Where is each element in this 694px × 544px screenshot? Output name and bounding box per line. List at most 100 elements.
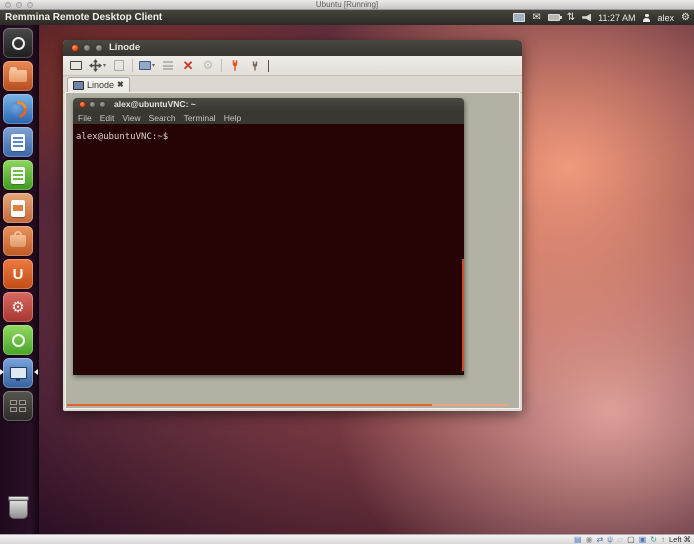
remmina-titlebar[interactable]: Linode bbox=[63, 40, 522, 56]
window-icon bbox=[114, 60, 124, 71]
trash-icon[interactable] bbox=[3, 493, 33, 523]
toolbar-separator bbox=[132, 59, 133, 72]
close-button[interactable] bbox=[71, 44, 79, 52]
unplug-button[interactable] bbox=[248, 58, 262, 74]
window-buttons bbox=[71, 44, 103, 52]
bars-icon bbox=[163, 61, 173, 70]
libreoffice-writer-icon[interactable] bbox=[3, 127, 33, 157]
ubuntu-one-letter: U bbox=[13, 266, 24, 283]
terminal-maximize-button[interactable] bbox=[99, 101, 106, 108]
monitor-icon bbox=[70, 61, 82, 70]
four-arrows-icon bbox=[89, 59, 102, 72]
menu-view[interactable]: View bbox=[122, 113, 140, 123]
terminal-window-buttons bbox=[79, 101, 106, 108]
recording-icon[interactable]: ▣ bbox=[639, 535, 647, 544]
spreadsheet-icon bbox=[11, 167, 25, 184]
battery-icon[interactable] bbox=[548, 14, 560, 21]
screenshot-button[interactable]: ▾ bbox=[139, 58, 155, 74]
statusbar-icons: ▤ ◉ ⇄ ψ ▱ ▢ ▣ ↻ ↑ Left ⌘ bbox=[574, 535, 691, 544]
running-indicator-arrow bbox=[0, 369, 4, 375]
shared-folders-icon[interactable]: ▱ bbox=[617, 535, 623, 544]
host-key-label: Left bbox=[669, 535, 682, 544]
menu-search[interactable]: Search bbox=[149, 113, 176, 123]
software-center-icon[interactable] bbox=[3, 226, 33, 256]
gears-icon: ⚙ bbox=[203, 59, 214, 72]
scaled-mode-button-disabled bbox=[112, 58, 126, 74]
trash-can-icon bbox=[9, 498, 28, 519]
firefox-icon[interactable] bbox=[3, 94, 33, 124]
remote-terminal-window[interactable]: alex@ubuntuVNC: ~ File Edit View Search … bbox=[73, 98, 464, 375]
menu-terminal[interactable]: Terminal bbox=[184, 113, 216, 123]
tab-close-icon[interactable]: ✖ bbox=[117, 81, 124, 89]
display-icon[interactable]: ▢ bbox=[627, 535, 635, 544]
usb-icon[interactable]: ψ bbox=[607, 535, 613, 544]
disconnect-button[interactable] bbox=[228, 58, 242, 74]
plug-icon bbox=[229, 59, 241, 72]
presentation-icon bbox=[11, 200, 25, 217]
remote-displays-icon[interactable] bbox=[513, 13, 525, 22]
remote-desktop-edge-line bbox=[67, 404, 432, 406]
ubuntu-logo-icon bbox=[12, 37, 25, 50]
session-gear-icon[interactable]: ⚙ bbox=[681, 10, 690, 25]
gear-icon: ⚙ bbox=[11, 298, 24, 316]
active-app-title[interactable]: Remmina Remote Desktop Client bbox=[5, 10, 162, 25]
remote-desktop-edge-line-faint bbox=[432, 404, 508, 406]
system-settings-icon[interactable]: ⚙ bbox=[3, 292, 33, 322]
network-traffic-icon[interactable]: ⇅ bbox=[567, 10, 575, 25]
hdd-icon[interactable]: ▤ bbox=[574, 535, 582, 544]
remote-desktop-icon bbox=[73, 81, 84, 90]
terminal-titlebar[interactable]: alex@ubuntuVNC: ~ bbox=[73, 98, 464, 111]
unplug-icon bbox=[249, 60, 261, 72]
tools-button[interactable]: ✕ bbox=[181, 58, 195, 74]
folder-icon bbox=[9, 70, 27, 82]
remmina-window: Linode ▾ ▾ ✕ ⚙ bbox=[63, 40, 522, 411]
tab-linode[interactable]: Linode ✖ bbox=[67, 77, 130, 92]
terminal-menubar: File Edit View Search Terminal Help bbox=[73, 111, 464, 124]
menu-help[interactable]: Help bbox=[224, 113, 241, 123]
remmina-launcher-icon[interactable] bbox=[3, 358, 33, 388]
home-folder-icon[interactable] bbox=[3, 61, 33, 91]
virtualbox-screen: Ubuntu [Running] Remmina Remote Desktop … bbox=[0, 0, 694, 544]
volume-icon[interactable] bbox=[582, 14, 591, 22]
menu-edit[interactable]: Edit bbox=[100, 113, 115, 123]
maximize-button[interactable] bbox=[95, 44, 103, 52]
mail-icon[interactable]: ✉ bbox=[532, 10, 540, 25]
ubuntu-logo-icon bbox=[12, 334, 25, 347]
tab-label: Linode bbox=[87, 80, 114, 90]
optical-disc-icon[interactable]: ◉ bbox=[586, 535, 593, 544]
menu-file[interactable]: File bbox=[78, 113, 92, 123]
host-window-title: Ubuntu [Running] bbox=[0, 0, 694, 10]
chevron-down-icon[interactable]: ▾ bbox=[103, 62, 106, 69]
terminal-minimize-button[interactable] bbox=[89, 101, 96, 108]
ubuntu-software-green-icon[interactable] bbox=[3, 325, 33, 355]
vnc-remote-desktop[interactable]: alex@ubuntuVNC: ~ File Edit View Search … bbox=[66, 93, 519, 408]
dash-home-icon[interactable] bbox=[3, 28, 33, 58]
workspace-grid-icon bbox=[10, 400, 26, 412]
host-key-indicator: Left ⌘ bbox=[669, 535, 691, 544]
mouse-integration-icon[interactable]: ↑ bbox=[661, 535, 665, 544]
firefox-globe-icon bbox=[10, 101, 27, 118]
workspace-switcher-icon[interactable] bbox=[3, 391, 33, 421]
remmina-tabbar: Linode ✖ bbox=[63, 76, 522, 93]
toolbar-separator bbox=[221, 59, 222, 72]
user-menu-label[interactable]: alex bbox=[658, 13, 675, 23]
clock[interactable]: 11:27 AM bbox=[598, 13, 635, 23]
ubuntu-one-icon[interactable]: U bbox=[3, 259, 33, 289]
features-icon[interactable]: ↻ bbox=[650, 535, 657, 544]
focused-indicator-arrow bbox=[34, 369, 38, 375]
libreoffice-calc-icon[interactable] bbox=[3, 160, 33, 190]
resize-to-remote-button[interactable]: ▾ bbox=[89, 58, 106, 74]
terminal-title: alex@ubuntuVNC: ~ bbox=[114, 98, 196, 111]
monitor-icon bbox=[10, 367, 27, 379]
network-icon[interactable]: ⇄ bbox=[597, 535, 604, 544]
terminal-content[interactable]: alex@ubuntuVNC:~$ bbox=[73, 124, 464, 375]
terminal-close-button[interactable] bbox=[79, 101, 86, 108]
libreoffice-impress-icon[interactable] bbox=[3, 193, 33, 223]
crossed-tools-icon: ✕ bbox=[183, 59, 194, 72]
shopping-bag-icon bbox=[10, 235, 26, 247]
fullscreen-button[interactable] bbox=[69, 58, 83, 74]
ubuntu-menubar: Remmina Remote Desktop Client ✉ ⇅ 11:27 … bbox=[0, 10, 694, 25]
minimize-button[interactable] bbox=[83, 44, 91, 52]
chevron-down-icon[interactable]: ▾ bbox=[152, 62, 155, 69]
screen-capture-icon bbox=[139, 61, 151, 70]
